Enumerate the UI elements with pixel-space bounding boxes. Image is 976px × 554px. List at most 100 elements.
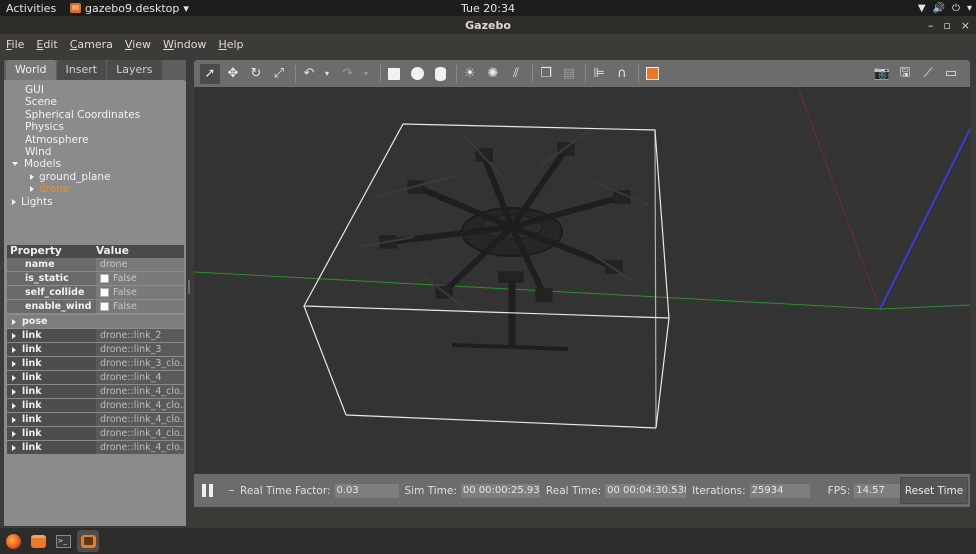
- property-group-link[interactable]: link drone::link_4_clo...: [7, 399, 184, 413]
- collapsed-arrow-icon[interactable]: [30, 186, 34, 193]
- tree-item-models[interactable]: Models: [4, 158, 186, 170]
- pause-button[interactable]: [202, 483, 216, 498]
- camera-icon: 📷: [873, 66, 891, 81]
- directional-light-button[interactable]: ⫽: [506, 64, 526, 84]
- dock-item-gazebo[interactable]: [77, 530, 99, 552]
- minimize-button[interactable]: –: [928, 19, 934, 32]
- collapsed-arrow-icon[interactable]: [12, 332, 16, 339]
- collapsed-arrow-icon[interactable]: [12, 346, 16, 353]
- insert-cylinder-button[interactable]: [430, 64, 450, 84]
- tree-item-gui[interactable]: GUI: [4, 84, 186, 96]
- 3d-viewport[interactable]: [194, 87, 970, 473]
- tree-item-wind[interactable]: Wind: [4, 146, 186, 158]
- dock-item-files[interactable]: [27, 530, 49, 552]
- system-tray[interactable]: ▼ 🔊 ⏻ ▾: [918, 0, 972, 16]
- property-column-header: Property: [10, 245, 62, 257]
- translate-mode-button[interactable]: ✥: [223, 64, 243, 84]
- drone-motor: [535, 288, 553, 302]
- menu-window[interactable]: Window: [163, 38, 206, 51]
- tree-item-ground-plane[interactable]: ground_plane: [4, 171, 186, 183]
- tab-world[interactable]: World: [6, 60, 56, 80]
- close-button[interactable]: ×: [961, 19, 970, 32]
- property-group-link[interactable]: link drone::link_3: [7, 343, 184, 357]
- insert-box-button[interactable]: [384, 64, 404, 84]
- tree-item-spherical-coordinates[interactable]: Spherical Coordinates: [4, 109, 186, 121]
- tree-item-drone[interactable]: drone: [4, 183, 186, 195]
- select-mode-button[interactable]: ➚: [200, 63, 220, 84]
- property-group-link[interactable]: link drone::link_4: [7, 371, 184, 385]
- expanded-arrow-icon[interactable]: [12, 162, 18, 167]
- is-static-checkbox[interactable]: [100, 274, 109, 283]
- menu-edit[interactable]: Edit: [36, 38, 57, 51]
- tab-insert[interactable]: Insert: [56, 60, 107, 80]
- tree-item-lights[interactable]: Lights: [4, 196, 186, 208]
- maximize-button[interactable]: ▫: [943, 19, 950, 32]
- plot-button[interactable]: ⟋: [918, 64, 938, 84]
- collapsed-arrow-icon[interactable]: [12, 416, 16, 423]
- collapsed-arrow-icon[interactable]: [12, 444, 16, 451]
- collapsed-arrow-icon[interactable]: [12, 402, 16, 409]
- volume-icon[interactable]: 🔊: [933, 3, 945, 14]
- link-label: link: [22, 400, 42, 411]
- link-value: drone::link_4_clo...: [96, 413, 184, 427]
- collapsed-arrow-icon[interactable]: [30, 173, 34, 180]
- world-tree: GUI Scene Spherical Coordinates Physics …: [4, 84, 186, 208]
- property-group-link[interactable]: link drone::link_4_clo...: [7, 441, 184, 455]
- video-record-button[interactable]: ▭: [941, 64, 961, 84]
- insert-sphere-button[interactable]: [407, 64, 427, 84]
- network-icon[interactable]: ▼: [918, 3, 926, 14]
- collapsed-arrow-icon[interactable]: [12, 430, 16, 437]
- menu-help[interactable]: Help: [218, 38, 243, 51]
- paste-button[interactable]: ▤: [559, 64, 579, 84]
- property-group-link[interactable]: link drone::link_4_clo...: [7, 385, 184, 399]
- menu-view[interactable]: View: [125, 38, 151, 51]
- power-icon[interactable]: ⏻: [952, 3, 960, 14]
- redo-button[interactable]: ↷: [338, 64, 358, 84]
- collapsed-arrow-icon[interactable]: [12, 198, 16, 205]
- property-row-enable-wind: enable_wind False: [7, 300, 184, 314]
- property-group-link[interactable]: link drone::link_4_clo...: [7, 427, 184, 441]
- tree-item-atmosphere[interactable]: Atmosphere: [4, 134, 186, 146]
- align-button[interactable]: ⊫: [589, 64, 609, 84]
- dock-item-firefox[interactable]: [2, 530, 24, 552]
- spot-light-button[interactable]: ✺: [483, 64, 503, 84]
- copy-button[interactable]: ❐: [536, 64, 556, 84]
- snap-button[interactable]: ∩: [612, 64, 632, 84]
- app-menu[interactable]: gazebo9.desktop ▾: [70, 2, 189, 15]
- dock-item-terminal[interactable]: >_: [52, 530, 74, 552]
- tray-chevron-icon[interactable]: ▾: [967, 3, 972, 14]
- tab-layers[interactable]: Layers: [107, 60, 162, 80]
- left-panel: World Insert Layers GUI Scene Spherical …: [4, 60, 186, 526]
- view-angle-button[interactable]: [642, 64, 662, 84]
- screenshot-button[interactable]: 📷: [872, 64, 892, 84]
- menu-camera[interactable]: Camera: [70, 38, 113, 51]
- panel-splitter[interactable]: [186, 60, 192, 526]
- sim-time-label: Sim Time:: [404, 484, 457, 497]
- splitter-grip[interactable]: [188, 280, 190, 294]
- collapsed-arrow-icon[interactable]: [12, 360, 16, 367]
- self-collide-checkbox[interactable]: [100, 288, 109, 297]
- scale-mode-button[interactable]: ⤢: [269, 64, 289, 84]
- rotate-mode-button[interactable]: ↻: [246, 64, 266, 84]
- collapsed-arrow-icon[interactable]: [12, 318, 16, 325]
- point-light-button[interactable]: ☀: [460, 64, 480, 84]
- menu-file[interactable]: File: [6, 38, 24, 51]
- undo-icon: ↶: [303, 66, 315, 81]
- collapsed-arrow-icon[interactable]: [12, 388, 16, 395]
- tree-item-physics[interactable]: Physics: [4, 121, 186, 133]
- reset-time-button[interactable]: Reset Time: [900, 477, 968, 504]
- undo-history-button[interactable]: ▾: [322, 64, 332, 84]
- property-group-link[interactable]: link drone::link_3_clo...: [7, 357, 184, 371]
- property-group-pose[interactable]: pose: [7, 315, 184, 329]
- log-button[interactable]: 🖫: [895, 64, 915, 84]
- property-group-link[interactable]: link drone::link_4_clo...: [7, 413, 184, 427]
- window-title-bar[interactable]: Gazebo – ▫ ×: [0, 16, 976, 34]
- property-group-link[interactable]: link drone::link_2: [7, 329, 184, 343]
- tree-item-scene[interactable]: Scene: [4, 96, 186, 108]
- activities-button[interactable]: Activities: [0, 2, 62, 15]
- link-value: drone::link_4_clo...: [96, 399, 184, 413]
- redo-history-button[interactable]: ▾: [361, 64, 371, 84]
- undo-button[interactable]: ↶: [299, 64, 319, 84]
- enable-wind-checkbox[interactable]: [100, 302, 109, 311]
- collapsed-arrow-icon[interactable]: [12, 374, 16, 381]
